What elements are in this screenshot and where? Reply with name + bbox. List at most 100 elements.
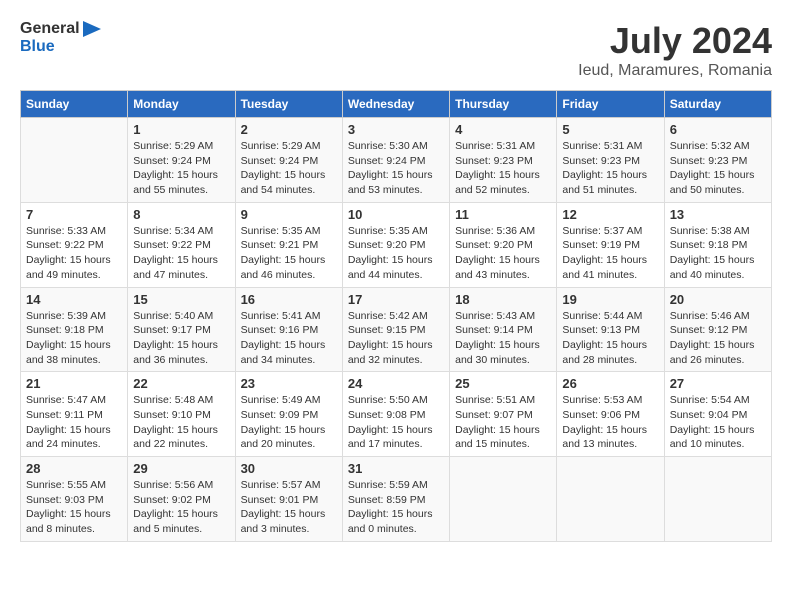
header-monday: Monday: [128, 91, 235, 118]
day-number: 13: [670, 207, 766, 222]
calendar-cell: 2 Sunrise: 5:29 AMSunset: 9:24 PMDaylight…: [235, 118, 342, 203]
day-number: 26: [562, 376, 658, 391]
day-number: 20: [670, 292, 766, 307]
logo-line1: General: [20, 20, 101, 38]
day-info: Sunrise: 5:46 AMSunset: 9:12 PMDaylight:…: [670, 309, 766, 368]
day-info: Sunrise: 5:34 AMSunset: 9:22 PMDaylight:…: [133, 224, 229, 283]
day-info: Sunrise: 5:35 AMSunset: 9:20 PMDaylight:…: [348, 224, 444, 283]
day-number: 14: [26, 292, 122, 307]
calendar-cell: 1 Sunrise: 5:29 AMSunset: 9:24 PMDaylight…: [128, 118, 235, 203]
calendar-cell: 28Sunrise: 5:55 AMSunset: 9:03 PMDayligh…: [21, 457, 128, 542]
day-number: 15: [133, 292, 229, 307]
calendar-cell: 18 Sunrise: 5:43 AMSunset: 9:14 PMDayligh…: [450, 287, 557, 372]
calendar-cell: 27 Sunrise: 5:54 AMSunset: 9:04 PMDayligh…: [664, 372, 771, 457]
day-number: 25: [455, 376, 551, 391]
calendar-cell: 31Sunrise: 5:59 AMSunset: 8:59 PMDayligh…: [342, 457, 449, 542]
day-info: Sunrise: 5:41 AMSunset: 9:16 PMDaylight:…: [241, 309, 337, 368]
title-block: July 2024 Ieud, Maramures, Romania: [578, 20, 772, 80]
day-info: Sunrise: 5:37 AMSunset: 9:19 PMDaylight:…: [562, 224, 658, 283]
calendar-cell: 13 Sunrise: 5:38 AMSunset: 9:18 PMDayligh…: [664, 202, 771, 287]
week-row-3: 14 Sunrise: 5:39 AMSunset: 9:18 PMDayligh…: [21, 287, 772, 372]
day-number: 27: [670, 376, 766, 391]
calendar-cell: 8 Sunrise: 5:34 AMSunset: 9:22 PMDaylight…: [128, 202, 235, 287]
logo-line2: Blue: [20, 38, 101, 56]
day-number: 3: [348, 122, 444, 137]
day-number: 7: [26, 207, 122, 222]
week-row-2: 7 Sunrise: 5:33 AMSunset: 9:22 PMDaylight…: [21, 202, 772, 287]
day-number: 19: [562, 292, 658, 307]
day-info: Sunrise: 5:40 AMSunset: 9:17 PMDaylight:…: [133, 309, 229, 368]
day-info: Sunrise: 5:43 AMSunset: 9:14 PMDaylight:…: [455, 309, 551, 368]
calendar-cell: 20 Sunrise: 5:46 AMSunset: 9:12 PMDayligh…: [664, 287, 771, 372]
calendar-cell: 12 Sunrise: 5:37 AMSunset: 9:19 PMDayligh…: [557, 202, 664, 287]
location-subtitle: Ieud, Maramures, Romania: [578, 62, 772, 80]
day-number: 21: [26, 376, 122, 391]
calendar-cell: 17Sunrise: 5:42 AMSunset: 9:15 PMDayligh…: [342, 287, 449, 372]
calendar-cell: 10 Sunrise: 5:35 AMSunset: 9:20 PMDayligh…: [342, 202, 449, 287]
day-info: Sunrise: 5:51 AMSunset: 9:07 PMDaylight:…: [455, 393, 551, 452]
page-header: General Blue July 2024 Ieud, Maramures, …: [20, 20, 772, 80]
day-number: 8: [133, 207, 229, 222]
day-info: Sunrise: 5:30 AMSunset: 9:24 PMDaylight:…: [348, 139, 444, 198]
calendar-cell: 22 Sunrise: 5:48 AMSunset: 9:10 PMDayligh…: [128, 372, 235, 457]
calendar-cell: 26 Sunrise: 5:53 AMSunset: 9:06 PMDayligh…: [557, 372, 664, 457]
calendar-cell: 29Sunrise: 5:56 AMSunset: 9:02 PMDayligh…: [128, 457, 235, 542]
calendar-cell: 16 Sunrise: 5:41 AMSunset: 9:16 PMDayligh…: [235, 287, 342, 372]
header-wednesday: Wednesday: [342, 91, 449, 118]
day-number: 5: [562, 122, 658, 137]
calendar-cell: [21, 118, 128, 203]
header-row: SundayMondayTuesdayWednesdayThursdayFrid…: [21, 91, 772, 118]
day-info: Sunrise: 5:36 AMSunset: 9:20 PMDaylight:…: [455, 224, 551, 283]
day-number: 22: [133, 376, 229, 391]
day-number: 18: [455, 292, 551, 307]
calendar-cell: 25 Sunrise: 5:51 AMSunset: 9:07 PMDayligh…: [450, 372, 557, 457]
day-info: Sunrise: 5:35 AMSunset: 9:21 PMDaylight:…: [241, 224, 337, 283]
calendar-cell: 7 Sunrise: 5:33 AMSunset: 9:22 PMDaylight…: [21, 202, 128, 287]
day-info: Sunrise: 5:39 AMSunset: 9:18 PMDaylight:…: [26, 309, 122, 368]
day-info: Sunrise: 5:33 AMSunset: 9:22 PMDaylight:…: [26, 224, 122, 283]
header-sunday: Sunday: [21, 91, 128, 118]
calendar-cell: [450, 457, 557, 542]
day-info: Sunrise: 5:53 AMSunset: 9:06 PMDaylight:…: [562, 393, 658, 452]
day-number: 1: [133, 122, 229, 137]
calendar-cell: 21 Sunrise: 5:47 AMSunset: 9:11 PMDayligh…: [21, 372, 128, 457]
day-number: 16: [241, 292, 337, 307]
calendar-cell: 11Sunrise: 5:36 AMSunset: 9:20 PMDayligh…: [450, 202, 557, 287]
day-number: 12: [562, 207, 658, 222]
day-info: Sunrise: 5:54 AMSunset: 9:04 PMDaylight:…: [670, 393, 766, 452]
day-number: 23: [241, 376, 337, 391]
day-number: 30: [241, 461, 337, 476]
week-row-5: 28Sunrise: 5:55 AMSunset: 9:03 PMDayligh…: [21, 457, 772, 542]
day-info: Sunrise: 5:47 AMSunset: 9:11 PMDaylight:…: [26, 393, 122, 452]
day-number: 29: [133, 461, 229, 476]
month-year-title: July 2024: [578, 20, 772, 62]
day-info: Sunrise: 5:29 AMSunset: 9:24 PMDaylight:…: [241, 139, 337, 198]
calendar-cell: 23 Sunrise: 5:49 AMSunset: 9:09 PMDayligh…: [235, 372, 342, 457]
header-tuesday: Tuesday: [235, 91, 342, 118]
day-info: Sunrise: 5:32 AMSunset: 9:23 PMDaylight:…: [670, 139, 766, 198]
day-info: Sunrise: 5:29 AMSunset: 9:24 PMDaylight:…: [133, 139, 229, 198]
calendar-cell: [664, 457, 771, 542]
header-saturday: Saturday: [664, 91, 771, 118]
day-info: Sunrise: 5:48 AMSunset: 9:10 PMDaylight:…: [133, 393, 229, 452]
logo: General Blue: [20, 20, 101, 55]
calendar-cell: 30Sunrise: 5:57 AMSunset: 9:01 PMDayligh…: [235, 457, 342, 542]
day-info: Sunrise: 5:38 AMSunset: 9:18 PMDaylight:…: [670, 224, 766, 283]
day-info: Sunrise: 5:31 AMSunset: 9:23 PMDaylight:…: [455, 139, 551, 198]
day-number: 31: [348, 461, 444, 476]
calendar-cell: 24Sunrise: 5:50 AMSunset: 9:08 PMDayligh…: [342, 372, 449, 457]
day-number: 9: [241, 207, 337, 222]
week-row-4: 21 Sunrise: 5:47 AMSunset: 9:11 PMDayligh…: [21, 372, 772, 457]
day-number: 6: [670, 122, 766, 137]
day-info: Sunrise: 5:44 AMSunset: 9:13 PMDaylight:…: [562, 309, 658, 368]
calendar-cell: 14 Sunrise: 5:39 AMSunset: 9:18 PMDayligh…: [21, 287, 128, 372]
day-number: 24: [348, 376, 444, 391]
week-row-1: 1 Sunrise: 5:29 AMSunset: 9:24 PMDaylight…: [21, 118, 772, 203]
calendar-cell: 15 Sunrise: 5:40 AMSunset: 9:17 PMDayligh…: [128, 287, 235, 372]
calendar-cell: 19 Sunrise: 5:44 AMSunset: 9:13 PMDayligh…: [557, 287, 664, 372]
day-number: 2: [241, 122, 337, 137]
day-info: Sunrise: 5:49 AMSunset: 9:09 PMDaylight:…: [241, 393, 337, 452]
day-info: Sunrise: 5:55 AMSunset: 9:03 PMDaylight:…: [26, 478, 122, 537]
header-thursday: Thursday: [450, 91, 557, 118]
day-number: 10: [348, 207, 444, 222]
